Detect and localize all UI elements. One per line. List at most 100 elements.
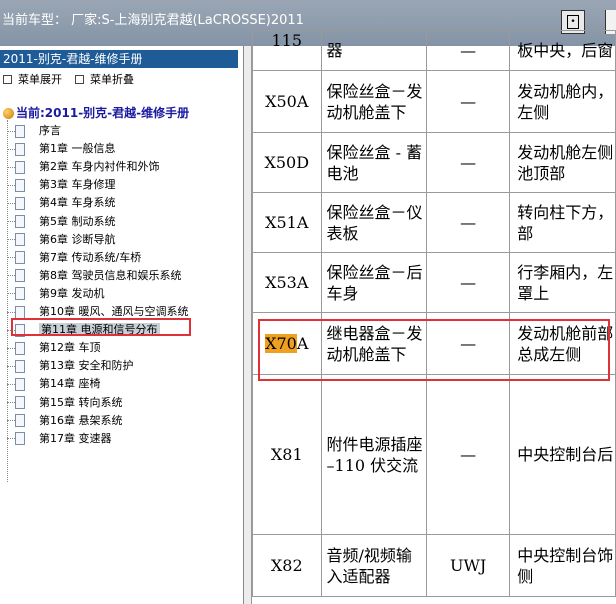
tree-item[interactable]: 第6章 诊断导航 [7,231,116,249]
document-icon [15,341,25,355]
document-icon [15,215,25,228]
tree-item[interactable]: 第1章 一般信息 [7,140,116,158]
tree-item[interactable]: 第15章 转向系统 [7,394,123,412]
connector-description: 保险丝盒－仪表板 [320,192,428,253]
table-row: X53A 保险丝盒－后车身 — 行李厢内，左罩上 [252,252,616,313]
document-icon [15,142,25,156]
tree-branch [7,365,15,367]
connector-description: 保险丝盒－后车身 [320,252,428,313]
tree-branch [7,130,15,132]
tree-branch [7,257,15,259]
connector-code-text: X50D [264,153,310,172]
manual-title-bar: 2011-别克-君越-维修手册 [0,50,238,68]
tree-branch [7,221,15,222]
tree-item[interactable]: 第16章 悬架系统 [7,412,123,430]
tree-item-label: 第12章 车顶 [39,341,101,355]
document-icon [15,196,25,210]
restore-icon: • [567,15,579,29]
document-icon [15,359,25,373]
tree-branch [7,420,15,422]
connector-description: 保险丝盒－发动机舱盖下 [320,70,428,133]
tree-item[interactable]: 第4章 车身系统 [7,194,116,212]
tree-item[interactable]: 第5章 制动系统 [7,213,116,231]
expand-icon [3,74,12,84]
tree-item-label: 第2章 车身内衬件和外饰 [39,160,160,174]
connector-location: 发动机舱内，左侧 [509,70,616,133]
table-row: 115 器 — 板中央，后窗 [252,30,616,71]
connector-code: X51A [252,192,322,253]
tree-item-label: 第8章 驾驶员信息和娱乐系统 [39,268,182,282]
expand-menu-button[interactable]: 菜单展开 [3,72,62,88]
tree-item-label: 第15章 转向系统 [39,395,123,409]
tree-item-label: 第6章 诊断导航 [39,232,116,246]
tree-branch [7,239,15,241]
tree-item[interactable]: 第8章 驾驶员信息和娱乐系统 [7,267,182,285]
connector-description: 附件电源插座 –110 伏交流 [320,374,428,535]
tree-item[interactable]: 第9章 发动机 [7,285,105,303]
tree-branch [7,275,15,277]
connector-location: 板中央，后窗 [509,30,616,71]
tree-item[interactable]: 第3章 车身修理 [7,176,116,194]
connector-description: 音频/视频输入适配器 [320,534,428,597]
connector-table: 115 器 — 板中央，后窗 X50A 保险丝盒－发动机舱盖下 — 发动机舱内，左侧 X50D 保… [252,30,616,597]
tree-item-label: 第14章 座椅 [39,377,101,391]
book-icon [3,108,14,119]
tree-root[interactable]: 当前:2011-别克-君越-维修手册 [3,104,189,121]
tree-branch [7,148,15,150]
connector-code: X82 [252,534,322,597]
table-row: X50D 保险丝盒 - 蓄电池 — 发动机舱左侧池顶部 [252,132,616,193]
document-icon [15,432,25,446]
tree-branch [7,347,15,349]
document-icon [15,414,25,428]
harness-code: — [426,252,511,313]
document-icon [15,305,25,319]
harness-code: UWJ [426,534,511,597]
tree-item-label: 第10章 暖风、通风与空调系统 [39,305,189,318]
selection-highlight-box [11,318,191,336]
connector-description: 器 [320,30,428,71]
document-icon [15,287,25,301]
tree-item-label: 序言 [39,124,61,137]
connector-location: 转向柱下方，部 [509,192,616,253]
harness-code: — [426,70,511,133]
connector-code: X81 [252,374,322,535]
tree-item-label: 第4章 车身系统 [39,196,116,210]
document-icon [15,233,25,247]
harness-code: — [426,374,511,535]
tree-item[interactable]: 第17章 变速器 [7,430,112,448]
tree-item[interactable]: 第7章 传动系统/车桥 [7,249,141,267]
harness-code: — [426,30,511,71]
tree-item[interactable]: 第2章 车身内衬件和外饰 [7,158,160,176]
connector-code: X50D [252,132,322,193]
tree-item-label: 第1章 一般信息 [39,142,116,156]
harness-code: — [426,192,511,253]
connector-code-text: X81 [270,445,303,464]
tree-item-label: 第5章 制动系统 [39,214,116,228]
document-icon [15,396,25,409]
tree-branch [7,311,15,313]
document-icon [15,251,25,265]
connector-location: 发动机舱左侧池顶部 [509,132,616,193]
table-row: X82 音频/视频输入适配器 UWJ 中央控制台饰侧 [252,534,616,597]
tree-item-label: 第3章 车身修理 [39,178,116,192]
connector-location: 中央控制台后 [509,374,616,535]
tree-item[interactable]: 第12章 车顶 [7,339,101,357]
harness-code: — [426,132,511,193]
document-icon [15,377,25,391]
collapse-menu-button[interactable]: 菜单折叠 [75,72,134,88]
document-icon [15,178,25,192]
tree-item[interactable]: 第14章 座椅 [7,375,101,393]
document-icon [15,269,25,283]
connector-code: 115 [252,30,322,71]
tree-item[interactable]: 第13章 安全和防护 [7,357,134,375]
tree-branch [7,402,15,403]
tree-item[interactable]: 序言 [7,122,61,140]
pane-splitter[interactable] [244,46,252,604]
document-icon [15,124,25,138]
window-title: 当前车型： 厂家:S-上海别克君越(LaCROSSE)2011 [2,13,304,28]
connector-code-text: 115 [271,31,303,50]
connector-code: X53A [252,252,322,313]
tree-item-label: 第17章 变速器 [39,431,112,445]
connector-code-text: X53A [265,273,309,292]
tree-branch [7,166,15,168]
